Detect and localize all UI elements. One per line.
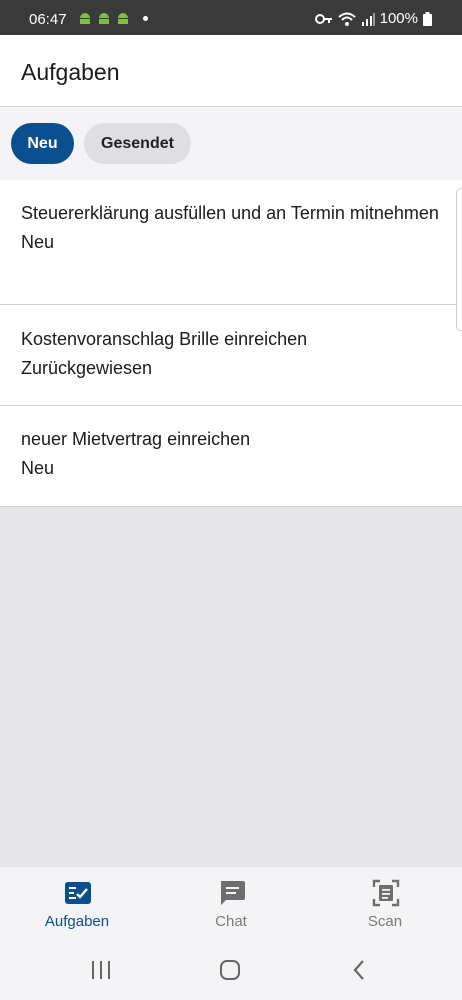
bottom-navigation: Aufgaben Chat Scan [0,867,462,939]
notification-dot [143,15,148,21]
filter-chip-gesendet[interactable]: Gesendet [84,123,191,164]
wifi-icon [337,12,356,26]
nav-label-chat: Chat [215,913,247,930]
tasks-icon [65,882,91,904]
android-icon [99,13,109,24]
key-icon [314,13,332,24]
nav-item-aufgaben[interactable]: Aufgaben [0,867,154,939]
list-item[interactable]: neuer Mietvertrag einreichen Neu [0,406,462,507]
status-time: 06:47 [29,11,67,28]
system-icons: 100% [314,10,432,27]
nav-item-chat[interactable]: Chat [154,867,308,939]
app-bar: Aufgaben [0,35,462,107]
android-icon [80,13,90,24]
android-icon [118,13,128,24]
recent-apps-icon[interactable] [90,960,112,980]
battery-icon [423,11,432,26]
list-item[interactable]: Kostenvoranschlag Brille einreichen Zurü… [0,305,462,406]
nav-label-scan: Scan [367,913,403,930]
task-title: Steuererklärung ausfüllen und an Termin … [21,203,439,223]
filter-chips: Neu Gesendet [0,107,462,180]
task-status: Zurückgewiesen [21,358,153,378]
task-list: Steuererklärung ausfüllen und an Termin … [0,180,462,507]
task-title: Kostenvoranschlag Brille einreichen [21,329,308,349]
home-icon[interactable] [219,959,241,981]
status-bar: 06:47 100% [0,0,462,35]
notification-icons [78,12,148,24]
signal-icon [361,12,375,26]
nav-label-aufgaben: Aufgaben [44,913,110,930]
nav-item-scan[interactable]: Scan [308,867,462,939]
list-item[interactable]: Steuererklärung ausfüllen und an Termin … [0,180,462,305]
task-status: Neu [21,458,55,478]
scan-icon [372,879,400,907]
back-icon[interactable] [352,959,366,981]
battery-level: 100% [379,10,418,27]
task-title: neuer Mietvertrag einreichen [21,429,251,449]
filter-chip-neu[interactable]: Neu [11,123,74,164]
system-navigation-bar [0,939,462,1000]
task-status: Neu [21,232,55,252]
scrollbar-handle[interactable] [456,188,462,331]
page-title: Aufgaben [21,59,120,85]
chat-icon [221,881,245,905]
